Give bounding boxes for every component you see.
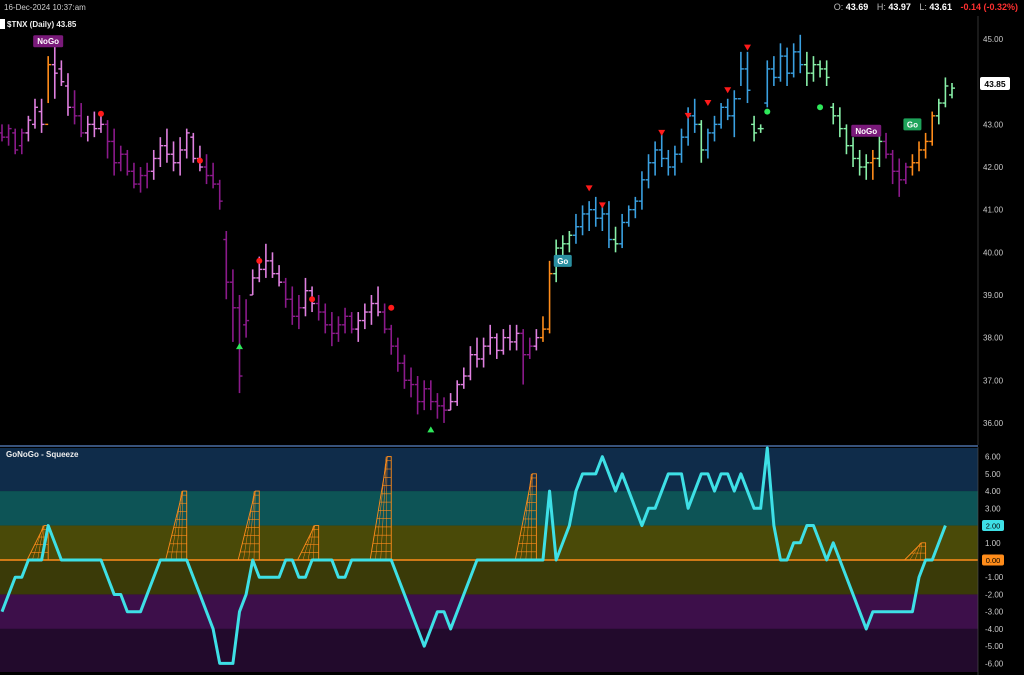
- zero-value-label: 0.00: [986, 556, 1001, 565]
- squeeze-band: [0, 525, 978, 560]
- price-panel-bg: [0, 16, 978, 445]
- last-price-flag: 43.85: [980, 77, 1010, 90]
- regime-tag: Go: [903, 118, 922, 131]
- price-y-tick: 38.00: [983, 334, 1004, 343]
- symbol-marker: [0, 19, 5, 29]
- squeeze-y-tick: -2.00: [985, 590, 1004, 599]
- price-panel-title: $TNX (Daily) 43.85: [7, 20, 77, 29]
- regime-tag-label: Go: [557, 257, 568, 266]
- regime-tag: Go: [553, 254, 572, 267]
- squeeze-band: [0, 491, 978, 526]
- squeeze-panel-title: GoNoGo - Squeeze: [6, 450, 79, 459]
- squeeze-panel[interactable]: 6.00 5.00 4.00 3.00 2.00 1.00 0.00 -1.00 -2.00 -3…: [0, 446, 1004, 675]
- signal-dot: [764, 108, 771, 115]
- price-y-tick: 43.00: [983, 120, 1004, 129]
- last-osc-flag: 2.00: [982, 520, 1004, 532]
- squeeze-y-tick: -5.00: [985, 642, 1004, 651]
- squeeze-y-tick: -1.00: [985, 573, 1004, 582]
- price-y-axis: 45.0044.0043.0042.0041.0040.0039.0038.00…: [983, 35, 1004, 428]
- signal-dot: [97, 110, 104, 117]
- regime-tag-label: NoGo: [37, 37, 59, 46]
- price-y-tick: 37.00: [983, 376, 1004, 385]
- squeeze-y-tick: 5.00: [985, 470, 1001, 479]
- squeeze-y-tick: 6.00: [985, 453, 1001, 462]
- price-y-tick: 40.00: [983, 248, 1004, 257]
- squeeze-y-tick: -6.00: [985, 659, 1004, 668]
- signal-dot: [256, 257, 263, 264]
- price-y-tick: 36.00: [983, 419, 1004, 428]
- squeeze-y-tick: -3.00: [985, 608, 1004, 617]
- last-osc-label: 2.00: [986, 522, 1001, 531]
- regime-tag: NoGo: [33, 35, 64, 48]
- squeeze-y-tick: 3.00: [985, 504, 1001, 513]
- squeeze-y-tick: -4.00: [985, 625, 1004, 634]
- price-y-tick: 41.00: [983, 206, 1004, 215]
- regime-tag: NoGo: [851, 124, 882, 137]
- signal-dot: [196, 157, 203, 164]
- squeeze-band: [0, 448, 978, 492]
- price-y-tick: 39.00: [983, 291, 1004, 300]
- regime-tag-label: Go: [907, 120, 918, 129]
- price-y-tick: 42.00: [983, 163, 1004, 172]
- signal-dot: [309, 296, 316, 303]
- signal-dot: [817, 104, 824, 111]
- price-panel[interactable]: NoGoGoNoGoGo 45.0044.0043.0042.0041.0040…: [0, 16, 1010, 445]
- squeeze-band: [0, 628, 978, 672]
- chart-canvas[interactable]: NoGoGoNoGoGo 45.0044.0043.0042.0041.0040…: [0, 0, 1024, 675]
- last-price-label: 43.85: [984, 79, 1006, 89]
- price-y-tick: 45.00: [983, 35, 1004, 44]
- zero-value-flag: 0.00: [982, 554, 1004, 566]
- squeeze-y-tick: 4.00: [985, 487, 1001, 496]
- regime-tag-label: NoGo: [855, 127, 877, 136]
- squeeze-band: [0, 560, 978, 595]
- signal-dot: [388, 304, 395, 311]
- squeeze-y-tick: 1.00: [985, 539, 1001, 548]
